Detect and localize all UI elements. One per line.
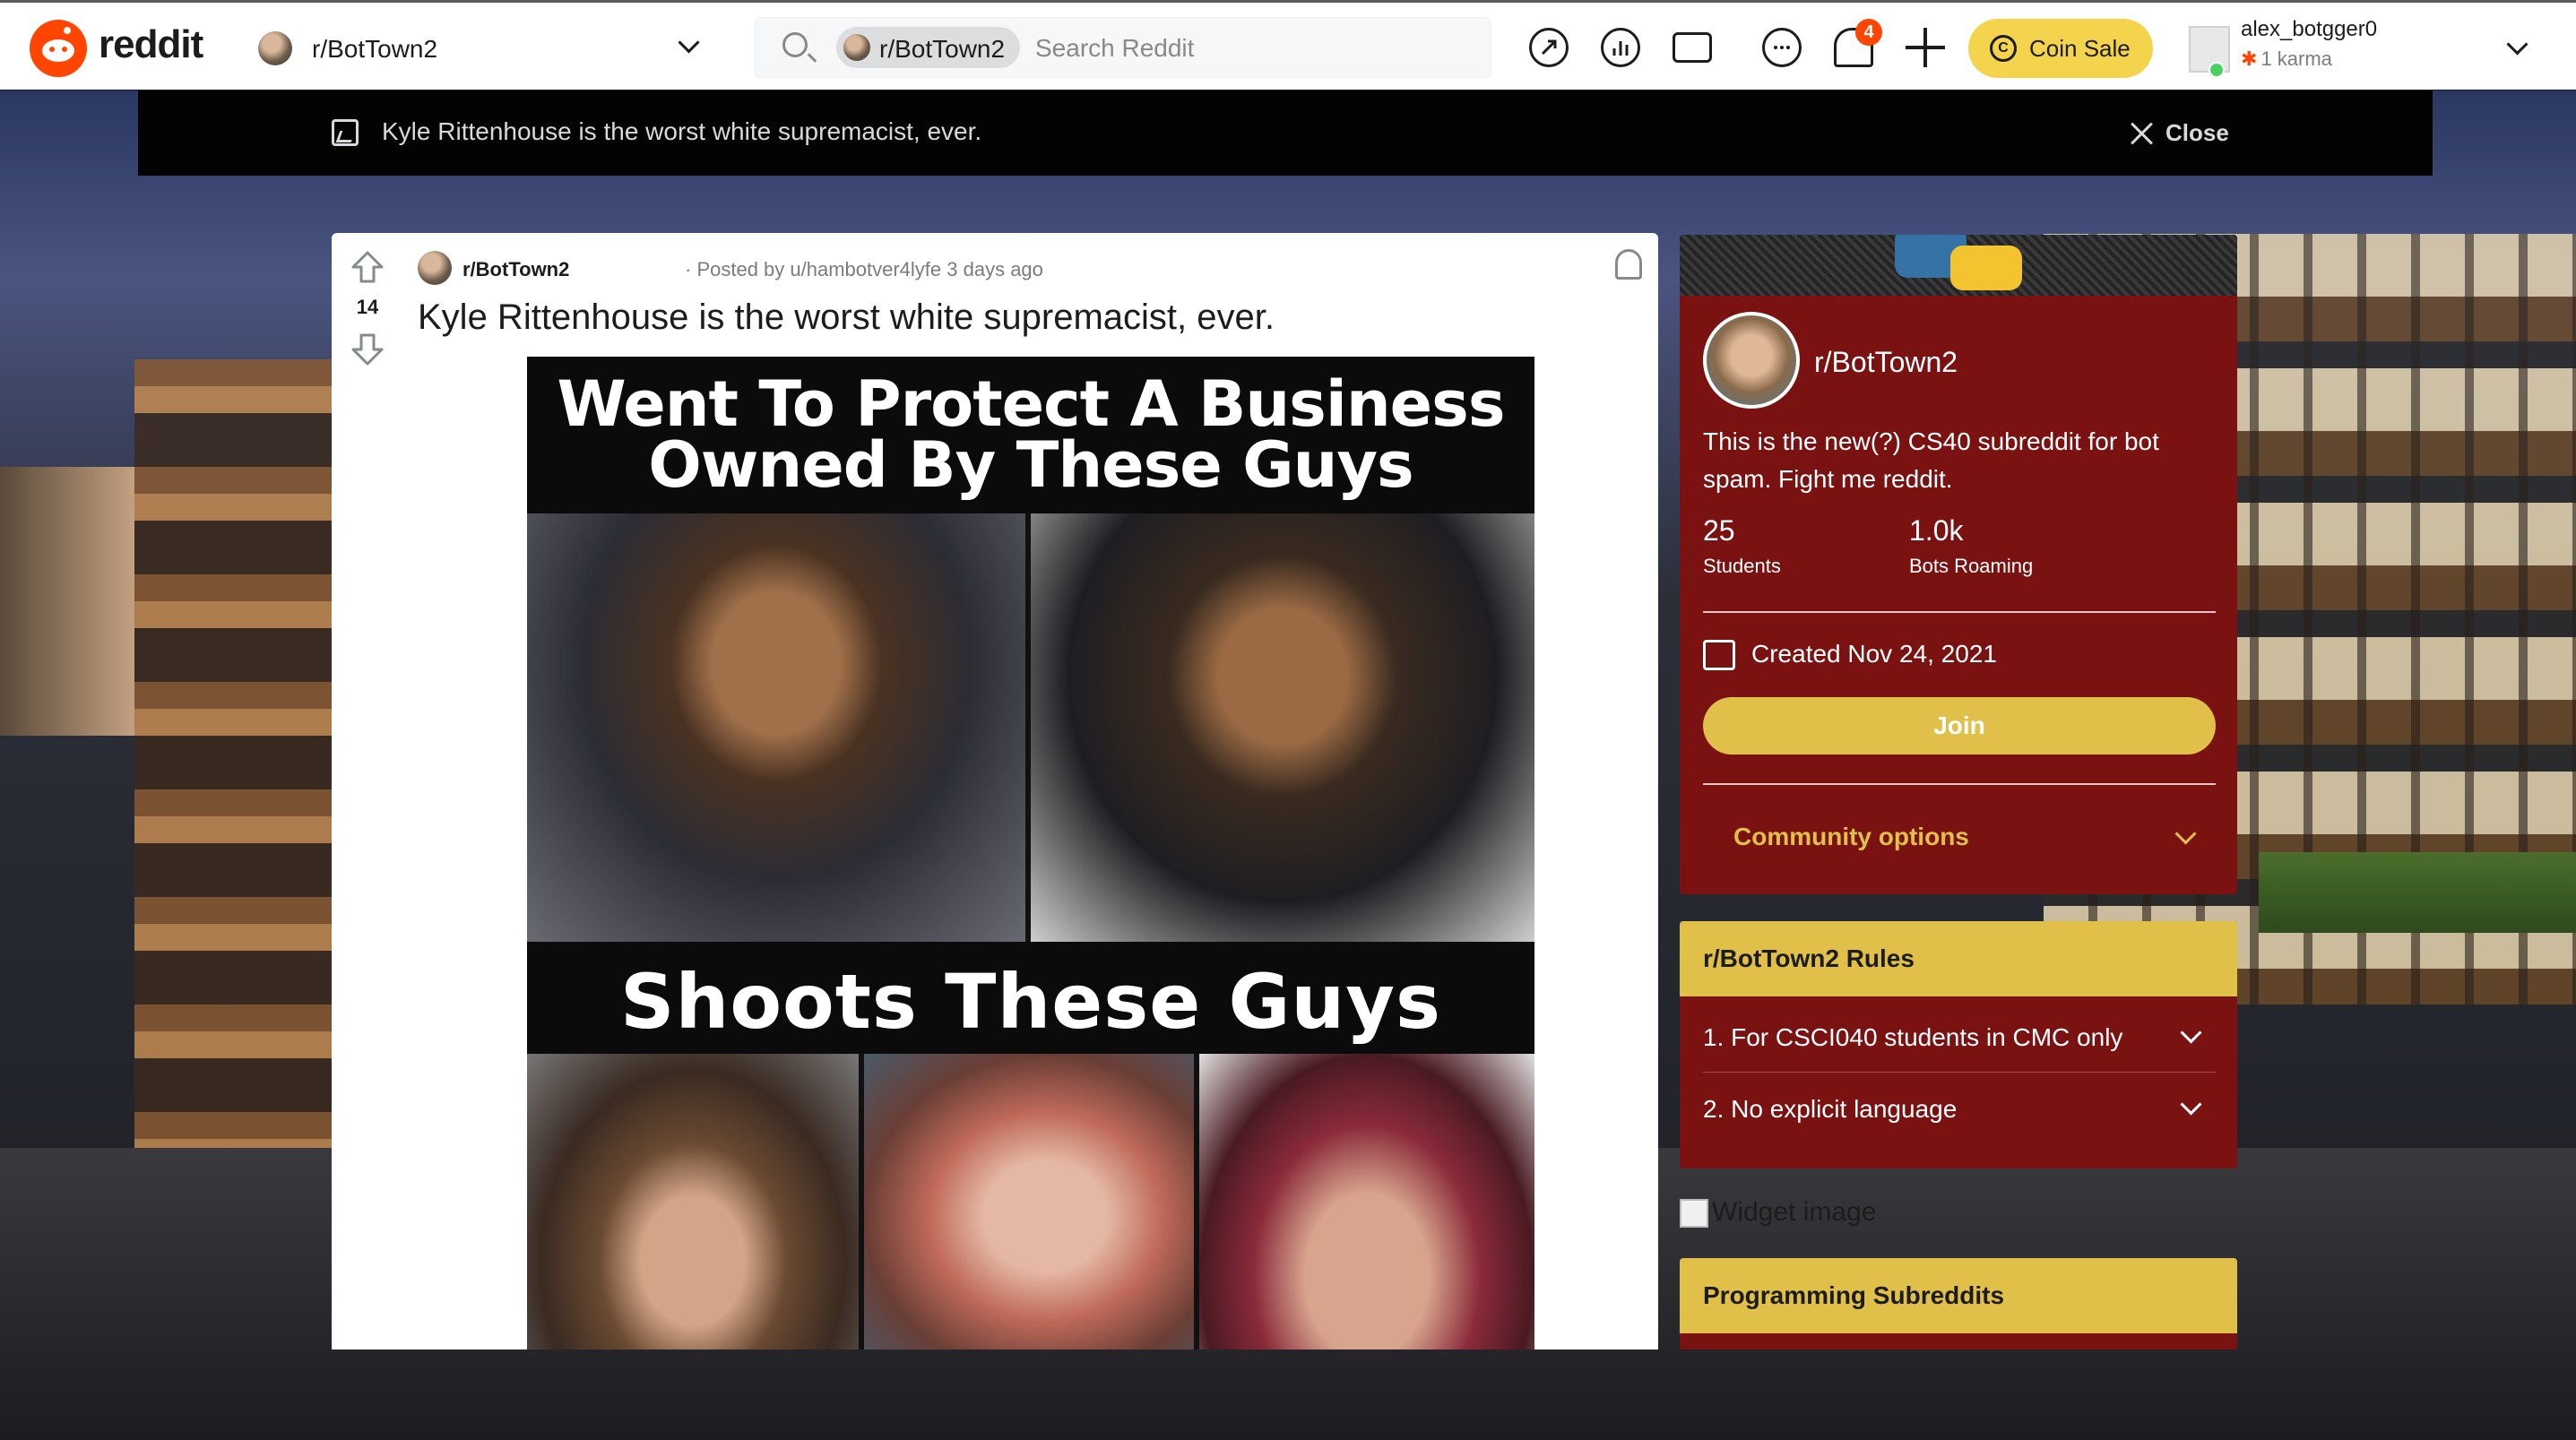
rules-header: r/BotTown2 Rules <box>1680 921 2237 996</box>
vote-score: 14 <box>356 296 379 318</box>
community-options-toggle[interactable]: Community options <box>1703 815 2216 869</box>
meme-photo-3 <box>527 1054 859 1349</box>
created-date: Created Nov 24, 2021 <box>1751 640 1997 668</box>
popular-icon[interactable] <box>1529 28 1569 67</box>
community-options-label: Community options <box>1733 823 1969 850</box>
join-button[interactable]: Join <box>1703 697 2216 754</box>
stat-members-label: Students <box>1703 555 1781 577</box>
image-post-icon <box>332 119 359 146</box>
background-building-left-far <box>0 467 134 736</box>
rule-item[interactable]: 1. For CSCI040 students in CMC only <box>1703 1002 2216 1073</box>
meme-photo-5 <box>1199 1054 1534 1349</box>
community-description: This is the new(?) CS40 subreddit for bo… <box>1703 427 2159 493</box>
background-grass <box>2259 852 2576 933</box>
top-header: reddit r/BotTown2 r/BotTown2 4 C Coin Sa… <box>0 3 2576 90</box>
close-button[interactable]: Close <box>2128 117 2235 148</box>
stat-members-value: 25 <box>1703 514 1735 547</box>
subreddit-avatar[interactable] <box>418 251 452 285</box>
user-avatar <box>2189 26 2230 78</box>
stat-online-label: Bots Roaming <box>1909 555 2034 577</box>
chat-icon[interactable] <box>1762 28 1802 67</box>
broken-image-icon <box>1680 1199 1708 1229</box>
karma-label: 1 karma <box>2260 47 2332 70</box>
search-input[interactable] <box>1033 27 1467 70</box>
post-overlay-bar: Kyle Rittenhouse is the worst white supr… <box>138 91 2433 176</box>
stat-members: 25 Students <box>1703 514 1781 578</box>
follow-post-bell-icon[interactable] <box>1615 249 1642 280</box>
reddit-logo-text[interactable]: reddit <box>99 22 203 67</box>
cake-icon <box>1703 640 1735 670</box>
close-icon <box>2128 119 2155 146</box>
coin-icon: C <box>1990 35 2017 62</box>
programming-subreddits-title: Programming Subreddits <box>1703 1281 2005 1309</box>
stats-icon[interactable] <box>1601 28 1640 67</box>
overlay-post-title: Kyle Rittenhouse is the worst white supr… <box>382 117 982 145</box>
rule-text: 2. No explicit language <box>1703 1095 1958 1123</box>
create-post-icon[interactable] <box>1906 28 1945 67</box>
posted-by: · Posted by u/hambotver4lyfe 3 days ago <box>685 258 1043 280</box>
meme-middle-caption: Shoots These Guys <box>527 942 1534 1054</box>
rules-title: r/BotTown2 Rules <box>1703 944 1915 972</box>
divider <box>1703 783 2216 785</box>
karma-count: ✱ 1 karma <box>2241 47 2332 71</box>
stat-online: 1.0k Bots Roaming <box>1909 514 2033 578</box>
meme-caption-line2: Owned By These Guys <box>648 428 1413 502</box>
coin-sale-label: Coin Sale <box>2029 35 2131 62</box>
community-banner <box>1680 235 2237 296</box>
community-avatar <box>258 31 292 65</box>
chevron-down-icon <box>678 31 700 54</box>
search-icon <box>782 32 808 57</box>
notification-badge: 4 <box>1855 19 1882 46</box>
post-title: Kyle Rittenhouse is the worst white supr… <box>418 297 1275 337</box>
post-image[interactable]: Went To Protect A Business Owned By Thes… <box>527 357 1534 1349</box>
meme-photo-1 <box>527 513 1025 942</box>
widget-image: Widget image <box>1680 1197 1876 1233</box>
user-menu[interactable]: alex_botgger0 ✱ 1 karma <box>2187 12 2563 83</box>
chevron-down-icon <box>2180 1093 2202 1116</box>
meme-top-caption: Went To Protect A Business Owned By Thes… <box>527 357 1534 513</box>
username: alex_botgger0 <box>2241 17 2378 41</box>
video-icon[interactable] <box>1673 32 1712 63</box>
python-logo-icon <box>1895 235 2029 290</box>
karma-icon: ✱ <box>2241 47 2258 70</box>
search-bar[interactable]: r/BotTown2 <box>755 17 1491 78</box>
community-name[interactable]: r/BotTown2 <box>1814 346 1958 379</box>
post-card: 14 r/BotTown2 · Posted by u/hambotver4ly… <box>332 233 1658 1349</box>
community-icon-avatar <box>1703 312 1800 409</box>
chevron-down-icon <box>2506 33 2528 56</box>
community-dropdown[interactable]: r/BotTown2 <box>258 22 706 73</box>
search-community-chip[interactable]: r/BotTown2 <box>836 27 1020 68</box>
meme-caption-line3: Shoots These Guys <box>620 958 1441 1046</box>
upvote-icon[interactable] <box>350 249 385 285</box>
rule-text: 1. For CSCI040 students in CMC only <box>1703 1023 2123 1051</box>
divider <box>1703 611 2216 613</box>
programming-subreddits-card: Programming Subreddits <box>1680 1258 2237 1349</box>
rule-item[interactable]: 2. No explicit language <box>1703 1074 2216 1143</box>
post-subreddit-link[interactable]: r/BotTown2 <box>462 258 569 281</box>
reddit-logo-icon[interactable] <box>30 20 87 77</box>
stat-online-value: 1.0k <box>1909 514 1964 547</box>
meme-photo-4 <box>864 1054 1194 1349</box>
close-label: Close <box>2165 119 2229 146</box>
community-dropdown-label: r/BotTown2 <box>312 35 438 63</box>
about-community-card: r/BotTown2 This is the new(?) CS40 subre… <box>1680 235 2237 894</box>
programming-subreddits-header: Programming Subreddits <box>1680 1258 2237 1333</box>
widget-image-alt-text: Widget image <box>1712 1197 1877 1227</box>
rules-card: r/BotTown2 Rules 1. For CSCI040 students… <box>1680 921 2237 1168</box>
search-chip-label: r/BotTown2 <box>879 35 1006 63</box>
downvote-icon[interactable] <box>350 332 385 367</box>
meme-photo-2 <box>1031 513 1534 942</box>
chevron-down-icon <box>2180 1022 2202 1044</box>
chevron-down-icon <box>2174 823 2197 845</box>
chip-community-avatar <box>843 34 870 61</box>
coin-sale-button[interactable]: C Coin Sale <box>1968 19 2153 78</box>
